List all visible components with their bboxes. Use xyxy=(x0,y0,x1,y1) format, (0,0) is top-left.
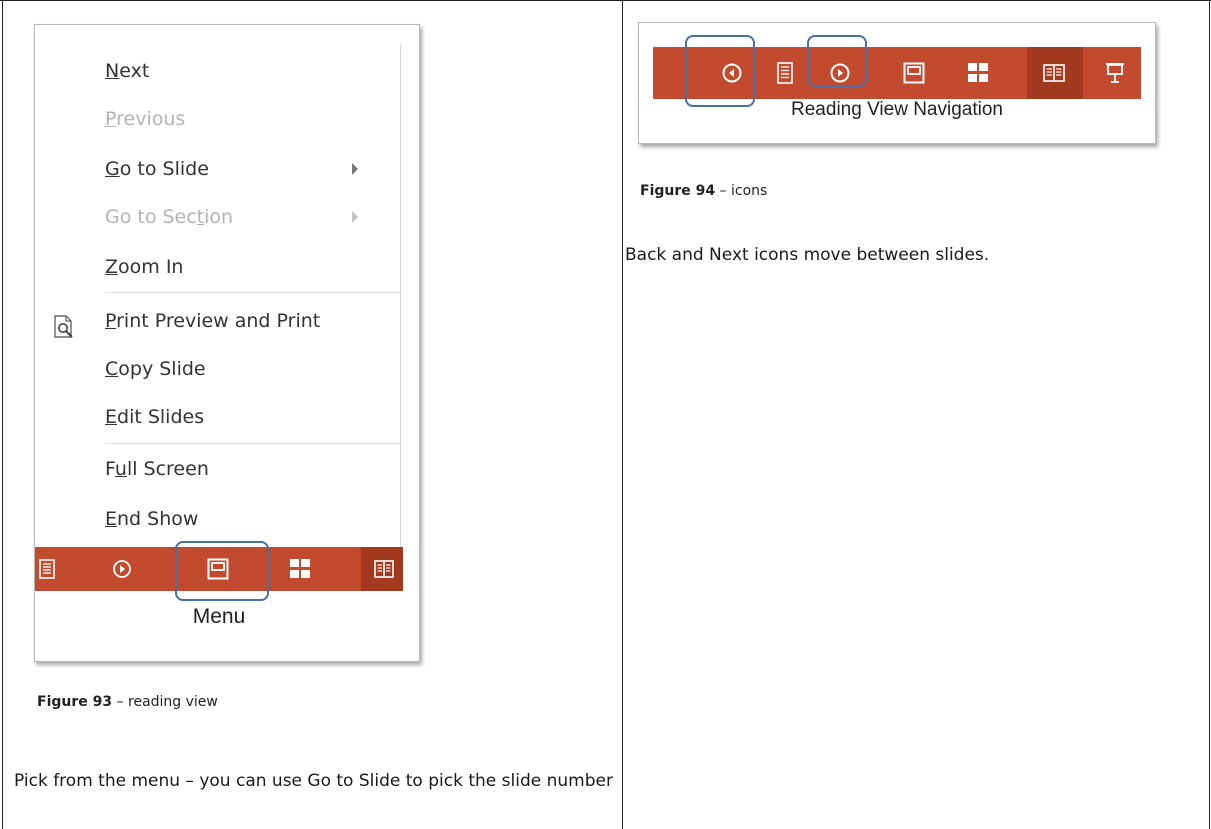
menu-label: F xyxy=(105,458,115,480)
caption-figure-number: Figure 94 xyxy=(640,183,716,199)
menu-accel: G xyxy=(105,158,120,180)
menu-item-copy-slide[interactable]: Copy Slide xyxy=(105,349,206,389)
menu-accel: u xyxy=(114,458,127,480)
caption-text: – reading view xyxy=(112,694,218,710)
menu-accel: P xyxy=(105,310,117,332)
menu-label: opy Slide xyxy=(118,358,206,380)
reading-view-icon[interactable] xyxy=(374,559,394,579)
toolbar-caption: Reading View Navigation xyxy=(791,99,1003,120)
menu-label: ll Screen xyxy=(126,458,209,480)
menu-accel: Z xyxy=(105,256,119,278)
figure-93-caption: Figure 93 – reading view xyxy=(37,694,218,710)
table-right-border xyxy=(1209,0,1210,829)
menu-separator xyxy=(105,443,401,444)
reading-view-nav-screenshot: Reading View Navigation xyxy=(638,22,1156,144)
caption-figure-number: Figure 93 xyxy=(37,694,113,710)
notes-icon[interactable] xyxy=(39,559,55,579)
menu-vertical-divider xyxy=(400,45,401,565)
highlight-box-back xyxy=(685,35,755,107)
menu-item-go-to-section: Go to Section xyxy=(105,197,365,237)
table-top-border xyxy=(0,0,1211,1)
figure-94-caption: Figure 94 – icons xyxy=(640,183,767,199)
menu-item-go-to-slide[interactable]: Go to Slide xyxy=(105,149,365,189)
menu-item-next[interactable]: Next xyxy=(105,51,149,91)
slide-view-icon[interactable] xyxy=(903,62,925,84)
print-preview-icon xyxy=(54,315,73,338)
menu-separator xyxy=(105,292,401,293)
caption-text: – icons xyxy=(715,183,768,199)
menu-item-edit-slides[interactable]: Edit Slides xyxy=(105,397,204,437)
table-column-divider xyxy=(622,0,623,829)
menu-label: o to Slide xyxy=(119,158,209,180)
menu-label: ext xyxy=(119,60,150,82)
menu-item-full-screen[interactable]: Full Screen xyxy=(105,449,209,489)
figure-94-description: Back and Next icons move between slides. xyxy=(625,245,990,265)
menu-label: oom In xyxy=(118,256,184,278)
menu-accel: E xyxy=(105,406,118,428)
menu-accel: E xyxy=(105,508,118,530)
menu-item-zoom-in[interactable]: Zoom In xyxy=(105,247,183,287)
submenu-arrow-icon xyxy=(352,211,358,223)
toolbar-caption: Menu xyxy=(192,605,246,628)
menu-label: revious xyxy=(116,108,186,130)
context-menu-screenshot: Next Previous Go to Slide Go to Section … xyxy=(34,24,420,662)
menu-item-previous: Previous xyxy=(105,99,185,139)
menu-label: dit Slides xyxy=(117,406,205,428)
menu-label: rint Preview and Print xyxy=(116,310,321,332)
highlight-box-slide-view xyxy=(175,541,269,601)
menu-label: ion xyxy=(204,206,234,228)
menu-accel: P xyxy=(105,108,117,130)
submenu-arrow-icon xyxy=(352,163,358,175)
table-left-border xyxy=(2,0,3,829)
notes-icon[interactable] xyxy=(777,62,793,84)
figure-93-description: Pick from the menu – you can use Go to S… xyxy=(14,771,613,791)
slideshow-icon[interactable] xyxy=(1105,62,1125,84)
menu-accel: N xyxy=(105,60,120,82)
menu-item-end-show[interactable]: End Show xyxy=(105,499,198,539)
grid-icon[interactable] xyxy=(967,62,989,84)
menu-accel: C xyxy=(105,358,119,380)
next-circle-icon[interactable] xyxy=(112,559,132,579)
menu-label: nd Show xyxy=(117,508,199,530)
menu-item-print-preview[interactable]: Print Preview and Print xyxy=(105,301,320,341)
menu-label: Go to Sec xyxy=(105,206,197,228)
reading-view-icon[interactable] xyxy=(1043,63,1065,83)
grid-icon[interactable] xyxy=(289,558,311,580)
highlight-box-next xyxy=(807,35,867,87)
